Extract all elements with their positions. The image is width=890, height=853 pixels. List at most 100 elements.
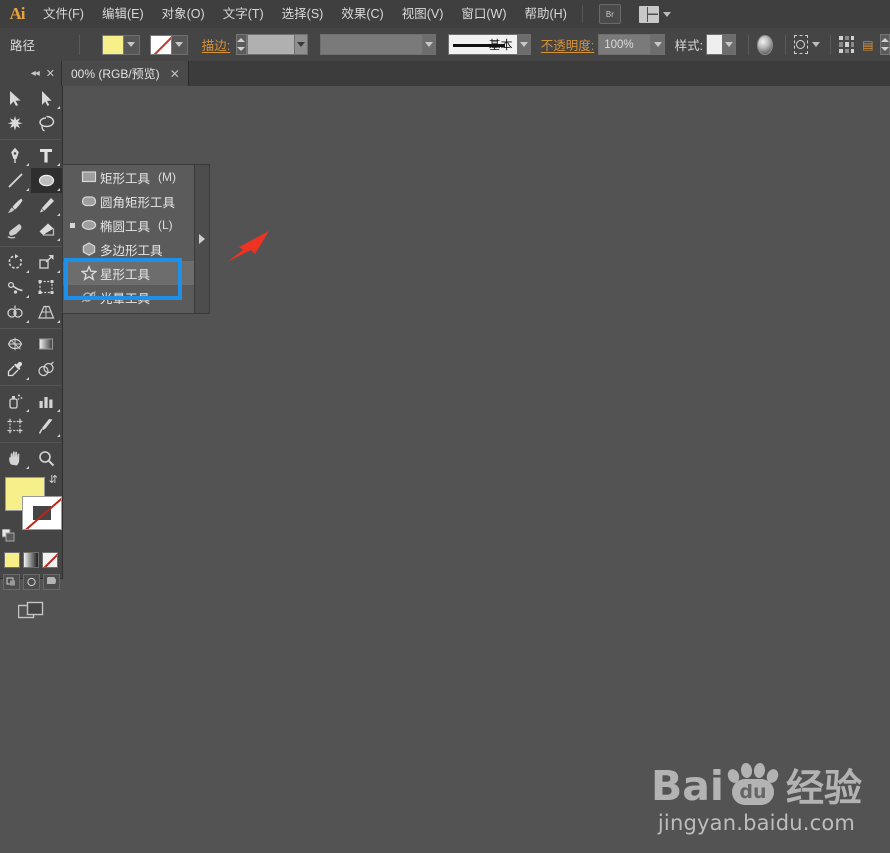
opacity-sphere-icon[interactable] (757, 34, 773, 55)
stroke-dropdown-button[interactable] (171, 34, 188, 55)
swap-fill-stroke-icon[interactable]: ⇵ (49, 473, 58, 486)
fill-swatch[interactable] (101, 34, 124, 55)
stroke-weight-label[interactable]: 描边: (202, 35, 230, 54)
flyout-item-4[interactable]: 星形工具 (63, 261, 209, 285)
flyout-item-shortcut: (M) (158, 170, 177, 184)
brush-definition-dropdown[interactable] (422, 34, 436, 55)
align-grid-icon[interactable] (839, 35, 855, 54)
tearoff-handle-icon[interactable] (194, 165, 209, 313)
menu-window[interactable]: 窗口(W) (452, 0, 515, 28)
draw-normal-button[interactable] (2, 574, 20, 590)
menu-type[interactable]: 文字(T) (214, 0, 273, 28)
menu-edit[interactable]: 编辑(E) (93, 0, 153, 28)
mesh-tool[interactable] (0, 332, 31, 357)
style-dropdown[interactable] (723, 34, 737, 55)
menu-select[interactable]: 选择(S) (273, 0, 333, 28)
free-transform-tool[interactable] (31, 275, 62, 300)
selection-tool[interactable] (0, 86, 31, 111)
opacity-label[interactable]: 不透明度: (541, 35, 594, 54)
baidu-jingyan-watermark: Bai du 经验 jingyan.baidu.com (651, 762, 862, 835)
stroke-weight-input[interactable] (246, 34, 296, 55)
style-swatch[interactable] (706, 34, 724, 55)
lasso-tool[interactable] (31, 111, 62, 136)
fill-control[interactable] (101, 34, 140, 55)
draw-inside-button[interactable] (42, 574, 60, 590)
flyout-item-3[interactable]: 多边形工具 (63, 237, 209, 261)
opacity-input[interactable]: 100% (598, 34, 652, 55)
default-fill-stroke-icon[interactable] (1, 528, 15, 542)
gradient-mode-button[interactable] (23, 552, 39, 568)
toolbox-stroke-swatch[interactable] (22, 496, 62, 530)
graphic-style-dropdown[interactable] (517, 34, 531, 55)
gradient-tool[interactable] (31, 332, 62, 357)
pencil-tool[interactable] (31, 193, 62, 218)
eyedropper-tool[interactable] (0, 357, 31, 382)
fill-dropdown-button[interactable] (123, 34, 140, 55)
document-tab[interactable]: 00% (RGB/预览) ✕ (62, 61, 189, 86)
menu-object[interactable]: 对象(O) (153, 0, 214, 28)
pen-tool[interactable] (0, 143, 31, 168)
width-icon (7, 281, 23, 294)
change-screen-mode-button[interactable] (0, 593, 62, 629)
draw-behind-button[interactable] (22, 574, 40, 590)
chevron-down-icon (519, 42, 528, 47)
flyout-item-label: 光晕工具 (100, 291, 151, 306)
menu-help[interactable]: 帮助(H) (516, 0, 576, 28)
magic-wand-tool[interactable] (0, 111, 31, 136)
perspective-grid-tool[interactable] (31, 300, 62, 325)
flyout-item-5[interactable]: 光晕工具 (63, 285, 209, 309)
chevron-down-icon[interactable] (812, 42, 821, 47)
graphic-style-preview[interactable]: 基本 (447, 34, 518, 55)
shape-builder-tool[interactable] (0, 300, 31, 325)
workspace-switcher[interactable] (638, 5, 671, 23)
paintbrush-icon (7, 198, 23, 213)
gradient-icon (39, 338, 53, 350)
menu-view[interactable]: 视图(V) (393, 0, 453, 28)
color-mode-button[interactable] (4, 552, 20, 568)
cursor-arrow-icon (10, 91, 21, 106)
flyout-item-2[interactable]: 椭圆工具 (L) (63, 213, 209, 237)
line-segment-tool[interactable] (0, 168, 31, 193)
bridge-button[interactable]: Br (598, 4, 621, 24)
brush-definition-input[interactable] (320, 34, 423, 55)
menu-file[interactable]: 文件(F) (34, 0, 93, 28)
shape-builder-icon (7, 305, 23, 318)
blob-brush-tool[interactable] (0, 218, 31, 243)
scale-tool[interactable] (31, 250, 62, 275)
stroke-control[interactable] (149, 34, 188, 55)
chevron-down-icon (424, 42, 433, 47)
hand-tool[interactable] (0, 446, 31, 471)
stroke-weight-stepper[interactable] (236, 34, 247, 55)
symbol-sprayer-icon (9, 394, 23, 409)
close-panel-icon[interactable]: ✕ (46, 67, 55, 80)
column-graph-tool[interactable] (31, 389, 62, 414)
chevron-down-icon (297, 42, 306, 47)
triangle-right-icon (199, 234, 205, 244)
stroke-weight-dropdown[interactable] (295, 34, 309, 55)
control-panel-stepper[interactable] (879, 34, 890, 55)
direct-selection-tool[interactable] (31, 86, 62, 111)
eraser-tool[interactable] (31, 218, 62, 243)
baidu-paw-icon: du (725, 762, 781, 807)
opacity-dropdown[interactable] (651, 34, 665, 55)
transform-icon[interactable]: ▤ (862, 38, 873, 52)
symbol-sprayer-tool[interactable] (0, 389, 31, 414)
none-mode-button[interactable] (42, 552, 58, 568)
artboard-tool[interactable] (0, 414, 31, 439)
collapse-panel-icon[interactable]: ◂◂ (31, 68, 40, 79)
zoom-tool[interactable] (31, 446, 62, 471)
rotate-tool[interactable] (0, 250, 31, 275)
flyout-item-0[interactable]: 矩形工具 (M) (63, 165, 209, 189)
paintbrush-tool[interactable] (0, 193, 31, 218)
type-tool[interactable] (31, 143, 62, 168)
slice-tool[interactable] (31, 414, 62, 439)
free-transform-icon (38, 280, 54, 294)
flyout-item-1[interactable]: 圆角矩形工具 (63, 189, 209, 213)
close-tab-icon[interactable]: ✕ (170, 67, 180, 81)
menu-effect[interactable]: 效果(C) (332, 0, 392, 28)
stroke-swatch[interactable] (149, 34, 172, 55)
select-similar-icon[interactable] (793, 35, 809, 54)
blend-tool[interactable] (31, 357, 62, 382)
width-tool[interactable] (0, 275, 31, 300)
ellipse-tool[interactable] (31, 168, 62, 193)
